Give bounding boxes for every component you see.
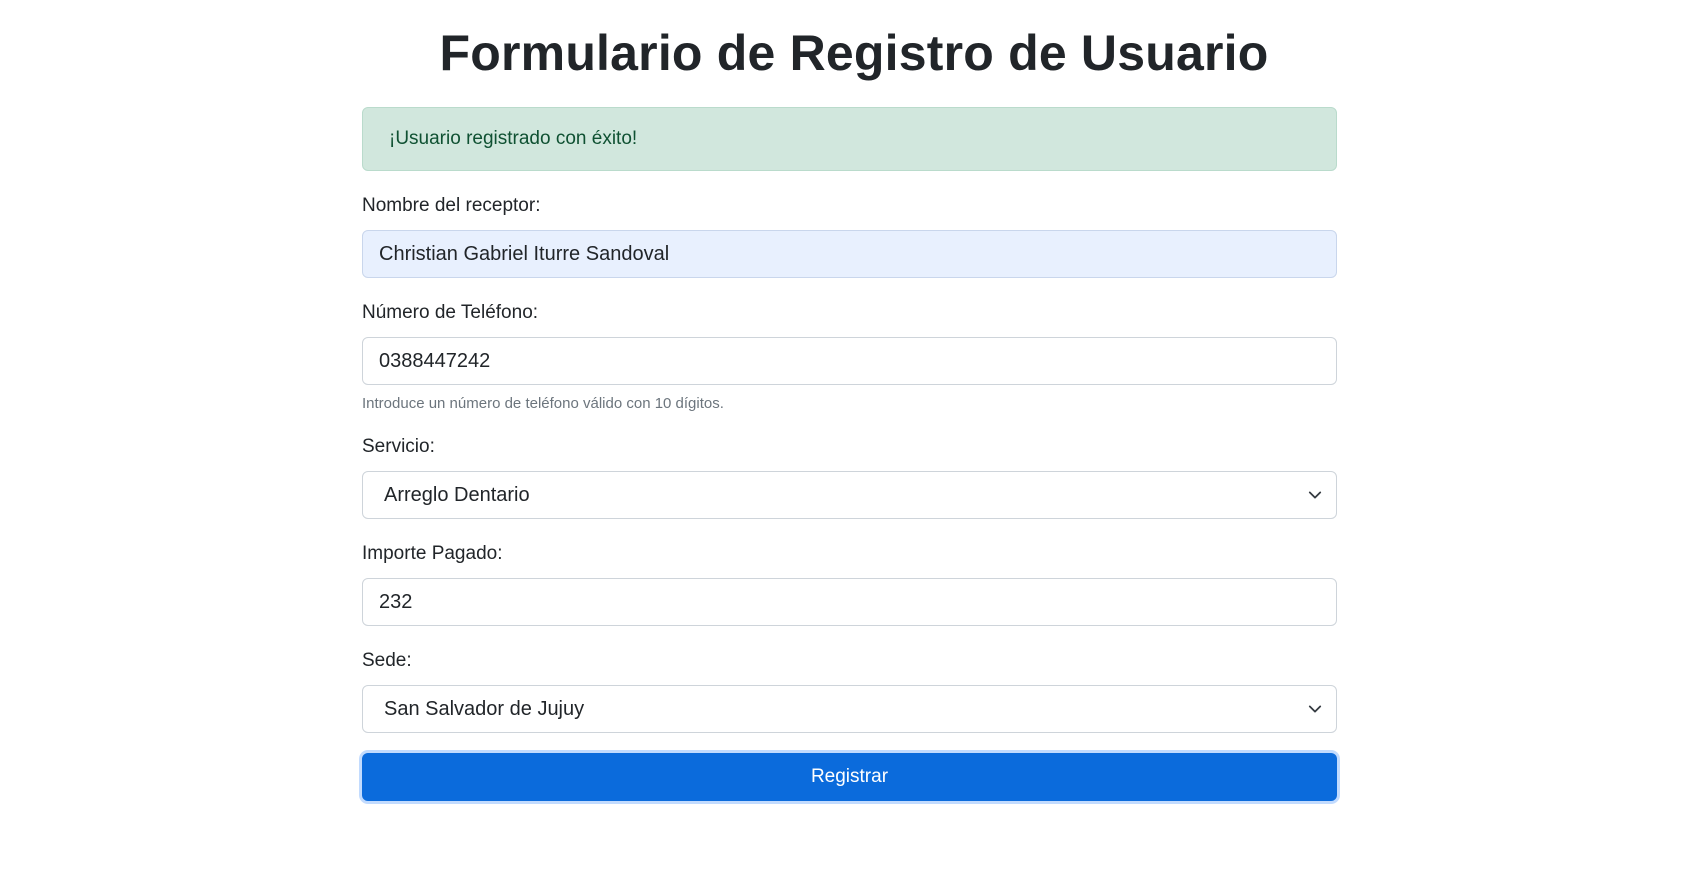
- phone-input-value: 0388447242: [379, 349, 491, 372]
- amount-input[interactable]: 232: [362, 578, 1337, 626]
- service-select[interactable]: Arreglo Dentario: [362, 471, 1337, 519]
- receiver-label: Nombre del receptor:: [362, 195, 541, 216]
- amount-group: Importe Pagado: 232: [362, 543, 1337, 626]
- success-alert: ¡Usuario registrado con éxito!: [362, 107, 1337, 171]
- phone-label: Número de Teléfono:: [362, 302, 539, 323]
- register-button[interactable]: Registrar: [362, 753, 1337, 801]
- site-label: Sede:: [362, 650, 412, 671]
- phone-group: Número de Teléfono: 0388447242 Introduce…: [362, 302, 1337, 412]
- receiver-group: Nombre del receptor: Christian Gabriel I…: [362, 195, 1337, 278]
- receiver-input-value: Christian Gabriel Iturre Sandoval: [379, 242, 670, 265]
- phone-help-text: Introduce un número de teléfono válido c…: [362, 395, 724, 412]
- chevron-down-icon: [1308, 705, 1322, 713]
- registration-page: Formulario de Registro de Usuario ¡Usuar…: [0, 0, 1708, 869]
- site-group: Sede: San Salvador de Jujuy: [362, 650, 1337, 733]
- chevron-down-icon: [1308, 491, 1322, 499]
- amount-input-value: 232: [379, 590, 413, 613]
- page-title: Formulario de Registro de Usuario: [439, 25, 1269, 81]
- success-alert-message: ¡Usuario registrado con éxito!: [389, 128, 638, 149]
- site-selected-value: San Salvador de Jujuy: [384, 697, 585, 720]
- service-label: Servicio:: [362, 436, 435, 457]
- site-select[interactable]: San Salvador de Jujuy: [362, 685, 1337, 733]
- registration-form: ¡Usuario registrado con éxito! Nombre de…: [362, 107, 1337, 801]
- service-group: Servicio: Arreglo Dentario: [362, 436, 1337, 519]
- receiver-input[interactable]: Christian Gabriel Iturre Sandoval: [362, 230, 1337, 278]
- phone-input[interactable]: 0388447242: [362, 337, 1337, 385]
- amount-label: Importe Pagado:: [362, 543, 503, 564]
- service-selected-value: Arreglo Dentario: [384, 483, 530, 506]
